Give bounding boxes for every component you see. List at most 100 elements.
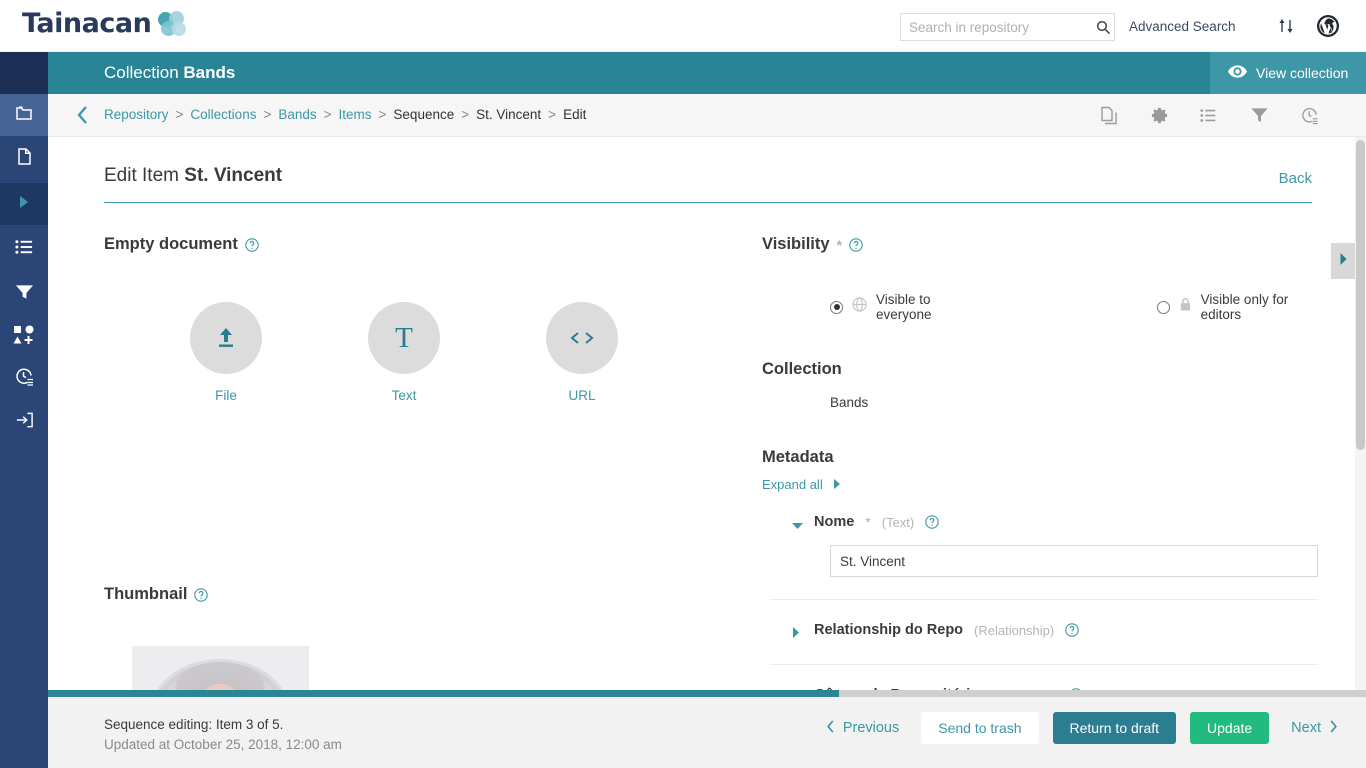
page-title-item: St. Vincent: [184, 165, 283, 186]
sidebar-item-collections[interactable]: [0, 94, 48, 136]
page-title-prefix: Edit Item: [104, 165, 179, 186]
top-bar: Tainacan Advanced Search: [0, 0, 1366, 52]
radio-visible-only-editors[interactable]: [1156, 300, 1170, 314]
text-t-icon: T: [368, 302, 440, 374]
expand-side-panel-button[interactable]: [1331, 243, 1355, 279]
metadata-field-type: (Text): [881, 514, 915, 530]
funnel-icon[interactable]: [1248, 104, 1270, 126]
footer-status: Sequence editing: Item 3 of 5. Updated a…: [104, 717, 342, 752]
main-content: Edit Item St. Vincent Back Empty documen…: [48, 137, 1366, 690]
chevron-left-icon[interactable]: [70, 103, 96, 127]
metadata-label: Metadata: [762, 448, 834, 466]
thumbnail-image[interactable]: [132, 646, 309, 690]
back-link[interactable]: Back: [1279, 170, 1312, 187]
list-icon[interactable]: [1198, 104, 1220, 126]
document-choice-url-label: URL: [568, 388, 596, 403]
send-to-trash-button[interactable]: Send to trash: [921, 712, 1039, 744]
expand-all-button[interactable]: Expand all: [762, 477, 1318, 492]
portrait-photo: [132, 646, 309, 690]
visibility-label: Visibility *: [762, 235, 1318, 254]
breadcrumb-item-collections[interactable]: Collections: [190, 107, 256, 122]
help-circle-icon[interactable]: [1065, 623, 1079, 637]
history-clock-icon[interactable]: [1298, 104, 1320, 126]
breadcrumb-toolbar: [1098, 104, 1320, 126]
collection-header-bar: Collection Bands View collection: [0, 52, 1366, 94]
visibility-option-everyone-label: Visible to everyone: [876, 292, 932, 322]
document-choice-text[interactable]: T Text: [368, 302, 440, 403]
metadata-field-header[interactable]: Relationship do Repo (Relationship): [770, 622, 1318, 638]
sidebar-top-fill: [0, 52, 48, 94]
help-circle-icon[interactable]: [925, 515, 939, 529]
breadcrumb-separator: >: [175, 107, 184, 122]
breadcrumb-separator: >: [263, 107, 272, 122]
file-icon: [15, 147, 33, 171]
breadcrumb-separator: >: [548, 107, 557, 122]
logo-wordmark: Tainacan: [22, 8, 152, 39]
sort-arrows-icon[interactable]: [1275, 15, 1297, 37]
copy-pages-icon[interactable]: [1098, 104, 1120, 126]
metadata-field-name: Nome: [814, 514, 855, 530]
sequence-status-text: Sequence editing: Item 3 of 5.: [104, 717, 284, 732]
sidebar-item-taxonomies[interactable]: [0, 316, 48, 358]
next-button[interactable]: Next: [1283, 719, 1346, 737]
list-icon: [14, 239, 34, 260]
help-circle-icon[interactable]: [194, 587, 209, 602]
document-choice-file-label: File: [215, 388, 237, 403]
search-box[interactable]: [900, 13, 1115, 41]
lock-icon: [1179, 297, 1192, 317]
sequence-progress-fill: [48, 690, 839, 697]
wordpress-icon[interactable]: [1316, 14, 1340, 38]
page-header: Edit Item St. Vincent Back: [104, 165, 1312, 203]
return-to-draft-button[interactable]: Return to draft: [1052, 712, 1177, 744]
visibility-option-editors[interactable]: Visible only for editors: [1156, 292, 1318, 322]
sidebar-item-metadata[interactable]: [0, 228, 48, 270]
collection-field-label: Collection: [762, 360, 842, 378]
vertical-scrollbar-thumb[interactable]: [1356, 140, 1365, 450]
collection-title-prefix: Collection: [104, 63, 179, 82]
expand-all-label: Expand all: [762, 477, 823, 492]
breadcrumb-item-bands[interactable]: Bands: [278, 107, 316, 122]
document-choice-text-label: Text: [391, 388, 417, 403]
play-arrow-icon: [18, 195, 30, 214]
metadata-field-name: Relationship do Repo: [814, 622, 964, 638]
sidebar-item-sequence[interactable]: [0, 183, 48, 225]
shapes-icon: [13, 325, 35, 350]
previous-button[interactable]: Previous: [818, 719, 907, 737]
breadcrumb-item-st-vincent: St. Vincent: [476, 107, 542, 122]
breadcrumb-separator: >: [323, 107, 332, 122]
advanced-search-link[interactable]: Advanced Search: [1129, 19, 1236, 34]
caret-right-icon[interactable]: [792, 625, 803, 638]
thumbnail-label: Thumbnail: [104, 585, 704, 604]
breadcrumb-item-sequence: Sequence: [393, 107, 455, 122]
help-circle-icon[interactable]: [245, 237, 259, 252]
globe-icon: [852, 297, 867, 317]
collection-title: Collection Bands: [104, 63, 235, 83]
thumbnail-text: Thumbnail: [104, 585, 188, 603]
next-label: Next: [1291, 720, 1321, 736]
search-input[interactable]: [901, 14, 1092, 40]
import-arrow-icon: [15, 411, 34, 434]
breadcrumb-item-repository[interactable]: Repository: [104, 107, 169, 122]
sidebar-item-importers[interactable]: [0, 401, 48, 443]
sidebar-item-items[interactable]: [0, 138, 48, 180]
tainacan-logo[interactable]: Tainacan: [22, 8, 188, 39]
metadata-field-header[interactable]: Nome * (Text): [770, 514, 1318, 530]
update-button[interactable]: Update: [1190, 712, 1270, 744]
funnel-icon: [15, 283, 34, 306]
metadata-field-input-nome[interactable]: [830, 545, 1318, 577]
gear-icon[interactable]: [1148, 104, 1170, 126]
radio-visible-to-everyone[interactable]: [830, 300, 843, 314]
sidebar-item-filters[interactable]: [0, 273, 48, 315]
left-sidebar: [0, 52, 48, 768]
eye-icon: [1228, 65, 1247, 81]
help-circle-icon[interactable]: [849, 237, 863, 252]
document-choice-url[interactable]: URL: [546, 302, 618, 403]
document-choice-file[interactable]: File: [190, 302, 262, 403]
view-collection-button[interactable]: View collection: [1210, 52, 1366, 94]
caret-down-icon[interactable]: [792, 517, 803, 529]
sidebar-item-activities[interactable]: [0, 358, 48, 400]
visibility-option-everyone[interactable]: Visible to everyone: [830, 292, 977, 322]
search-icon[interactable]: [1092, 14, 1114, 40]
breadcrumb-item-items[interactable]: Items: [339, 107, 372, 122]
breadcrumb-bar: Repository > Collections > Bands > Items…: [48, 94, 1366, 137]
